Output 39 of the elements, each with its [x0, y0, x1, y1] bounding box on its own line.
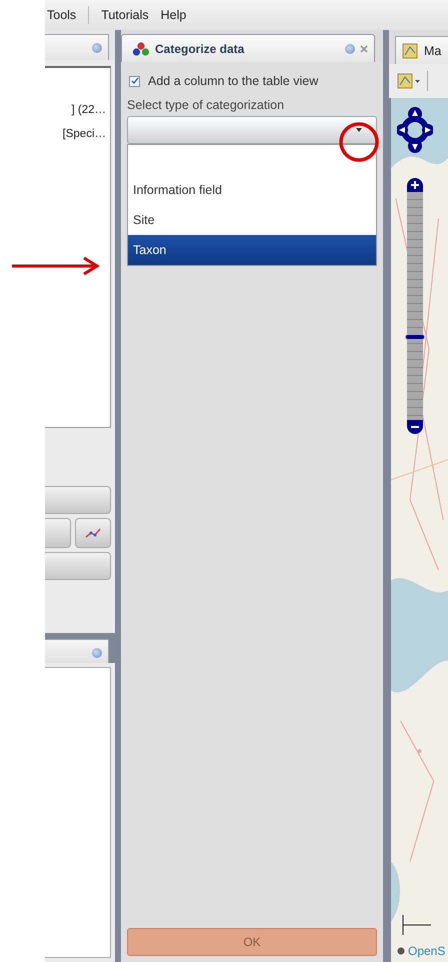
- dropdown-option[interactable]: Information field: [128, 175, 376, 205]
- panel-tab[interactable]: Ma: [395, 36, 448, 64]
- map-icon: [402, 42, 418, 58]
- toolbar-button[interactable]: [45, 518, 71, 548]
- checkbox-label: Add a column to the table view: [148, 74, 318, 88]
- zoom-in-button[interactable]: [407, 178, 423, 192]
- field-label: Select type of categorization: [127, 98, 286, 114]
- annotation-circle: [338, 121, 380, 163]
- toolbar-button[interactable]: [45, 486, 111, 514]
- chart-button[interactable]: [75, 518, 111, 548]
- chart-icon: [85, 527, 101, 539]
- panel-tab[interactable]: [45, 34, 109, 61]
- dropdown-option[interactable]: Taxon: [128, 235, 376, 265]
- caret-icon: [355, 128, 363, 133]
- panel-tab[interactable]: Categorize data: [121, 34, 375, 62]
- zoom-slider[interactable]: [407, 192, 423, 420]
- plus-icon: [410, 180, 420, 190]
- menu-item[interactable]: Tutorials: [101, 8, 149, 22]
- layers-dropdown-icon[interactable]: [397, 73, 421, 89]
- pin-icon[interactable]: [92, 43, 102, 53]
- scale-bar-icon: [401, 914, 431, 936]
- copyright-icon: [397, 947, 405, 955]
- pan-control-icon[interactable]: [397, 106, 433, 154]
- categories-icon: [132, 40, 150, 56]
- close-icon[interactable]: [360, 44, 368, 52]
- menu-item[interactable]: Help: [160, 8, 186, 22]
- menu-item[interactable]: Tools: [47, 8, 76, 22]
- panel-title: Ma: [424, 44, 442, 58]
- toolbar-button[interactable]: [45, 552, 111, 580]
- pin-icon[interactable]: [92, 648, 102, 658]
- list-item[interactable]: ] (22…: [45, 98, 110, 122]
- pin-icon[interactable]: [345, 44, 355, 54]
- checkbox[interactable]: [129, 76, 140, 86]
- dropdown-option[interactable]: Site: [128, 205, 376, 235]
- zoom-slider-thumb[interactable]: [405, 334, 425, 340]
- dropdown-field[interactable]: [127, 116, 377, 144]
- panel-title: Categorize data: [155, 42, 246, 56]
- zoom-out-button[interactable]: [407, 420, 423, 434]
- list-item[interactable]: [Speci…: [45, 122, 110, 146]
